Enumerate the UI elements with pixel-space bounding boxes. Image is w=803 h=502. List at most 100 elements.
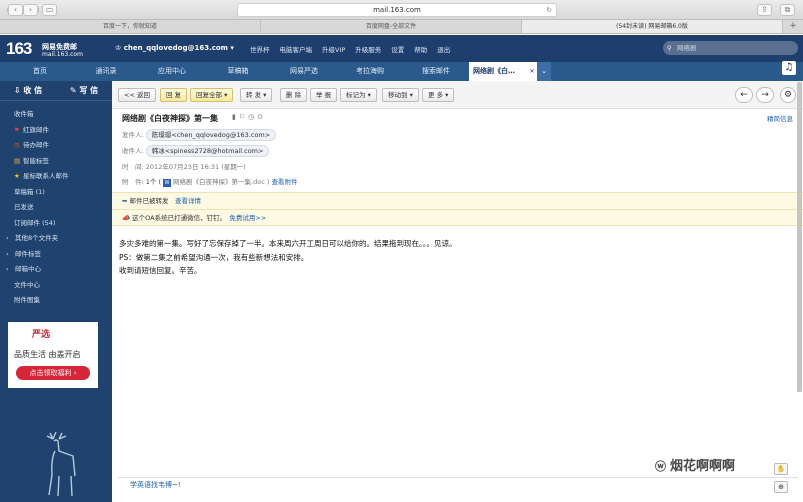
time-value: 2012年07月23日 16:31 (星期一): [145, 163, 246, 171]
mail-toolbar: << 返回 回 复 回复全部 ▾ 转 发 ▾ 删 除 举 报 标记为 ▾ 移动到…: [112, 81, 803, 109]
flag-icon: ⚑: [14, 125, 20, 134]
sidebar-item[interactable]: 文件中心: [0, 278, 112, 294]
link-vip[interactable]: 升级VIP: [322, 44, 345, 54]
sidebar-item[interactable]: 订阅邮件 (54): [0, 216, 112, 232]
subject-flags-icon[interactable]: ▮⚐◷⊙: [232, 113, 266, 121]
sidebar-item[interactable]: ◷ 待办邮件: [0, 138, 112, 154]
tab-drafts[interactable]: 草稿箱: [205, 62, 271, 81]
tab-apps[interactable]: 应用中心: [139, 62, 205, 81]
sidebar-item[interactable]: › 邮箱中心: [0, 262, 112, 278]
reply-button[interactable]: 回 复: [160, 88, 188, 102]
close-tab-icon[interactable]: ✕: [527, 62, 537, 81]
mail-view: << 返回 回 复 回复全部 ▾ 转 发 ▾ 删 除 举 报 标记为 ▾ 移动到…: [112, 81, 803, 502]
link-logout[interactable]: 退出: [437, 44, 450, 54]
star-icon: ★: [14, 172, 20, 180]
gear-icon[interactable]: ⚙: [780, 87, 796, 103]
back-button[interactable]: << 返回: [118, 88, 156, 102]
back-icon[interactable]: ‹: [8, 4, 23, 16]
tab-yanxuan[interactable]: 网易严选: [271, 62, 337, 81]
link-upgrade[interactable]: 升级服务: [355, 44, 381, 54]
forwarded-text: 邮件已被转发: [129, 197, 169, 205]
link-worldcup[interactable]: 世界杯: [250, 44, 270, 54]
sidebar-item-label: 待办邮件: [23, 141, 49, 149]
sidebar-item[interactable]: 草稿箱 (1): [0, 185, 112, 201]
forward-label: 转 发: [246, 91, 262, 99]
tab-home[interactable]: 首页: [7, 62, 73, 81]
zoom-in-icon[interactable]: ⊕: [774, 481, 788, 493]
chevron-down-icon[interactable]: ⌄: [537, 62, 551, 81]
browser-tab[interactable]: 百度网盘-全部文件: [261, 20, 522, 33]
link-help[interactable]: 帮助: [414, 44, 427, 54]
watermark-text: 烟花啊啊啊: [670, 459, 736, 474]
receive-button[interactable]: ⇩ 收 信: [0, 81, 56, 100]
tag-icon: ▤: [14, 156, 21, 165]
reply-all-button[interactable]: 回复全部 ▾: [190, 88, 234, 102]
sidebar-item-label: 文件中心: [14, 280, 40, 289]
next-mail-icon[interactable]: →: [756, 87, 774, 103]
sidebar-item[interactable]: ▤ 智能标签: [0, 154, 112, 170]
view-attachment-link[interactable]: 查看附件: [271, 178, 297, 186]
tab-current-mail[interactable]: 网络剧《白…: [469, 62, 527, 81]
nav-tabs: 首页 通讯录 应用中心 草稿箱 网易严选 考拉海购 搜索邮件 网络剧《白… ✕ …: [0, 62, 803, 81]
address-bar[interactable]: mail.163.com ↻: [237, 3, 557, 17]
link-client[interactable]: 电脑客户端: [280, 44, 313, 54]
music-icon[interactable]: ♫: [782, 61, 796, 75]
to-recipient[interactable]: 韩冰<spiness2728@hotmail.com>: [145, 145, 270, 157]
to-label: 收件人:: [122, 147, 144, 155]
more-label: 更 多: [428, 91, 444, 99]
from-row: 发件人: 陈璟璟<chen_qqlovedog@163.com>: [122, 129, 277, 141]
scrollbar[interactable]: [797, 82, 802, 392]
footer-ad-link[interactable]: 学英语找韦博~!: [130, 481, 181, 489]
more-button[interactable]: 更 多 ▾: [422, 88, 455, 102]
compose-button[interactable]: ✎ 写 信: [56, 81, 112, 100]
scrollbar-thumb[interactable]: [797, 82, 802, 392]
sidebar-item-label: 已发送: [14, 203, 34, 211]
sidebar-item[interactable]: 收件箱: [0, 107, 112, 123]
sidebar-item[interactable]: › 邮件标签: [0, 247, 112, 263]
sidebar-item[interactable]: ★ 星标联系人邮件: [0, 169, 112, 185]
forward-button[interactable]: 转 发 ▾: [240, 88, 273, 102]
move-to-button[interactable]: 移动到 ▾: [382, 88, 419, 102]
sidebar-item[interactable]: › 其他8个文件夹: [0, 231, 112, 247]
sidebar-icon[interactable]: ▭: [42, 4, 57, 16]
tab-kaola[interactable]: 考拉海购: [337, 62, 403, 81]
tabs-overview-icon[interactable]: ⧉: [780, 4, 795, 16]
sidebar-item-label: 邮箱中心: [15, 265, 41, 273]
zoom-out-icon[interactable]: ✋: [774, 463, 788, 475]
search-input[interactable]: ⚲ 网络剧: [663, 41, 798, 55]
logo[interactable]: 163 网易免费邮 mail.163.com: [6, 39, 83, 59]
sidebar-item-label: 红旗邮件: [23, 125, 49, 134]
share-icon[interactable]: ⇪: [757, 4, 772, 16]
report-button[interactable]: 举 报: [310, 88, 338, 102]
delete-button[interactable]: 删 除: [280, 88, 308, 102]
body-line: 收到请短信回复。辛苦。: [119, 266, 202, 275]
forward-icon[interactable]: ›: [23, 4, 38, 16]
sidebar-item-label: 其他8个文件夹: [15, 234, 59, 242]
compact-info-link[interactable]: 精简信息: [767, 113, 793, 123]
tab-contacts[interactable]: 通讯录: [73, 62, 139, 81]
forwarded-notice: ➥ 邮件已被转发 查看详情: [112, 192, 803, 209]
mark-as-label: 标记为: [346, 91, 366, 99]
prev-mail-icon[interactable]: ←: [735, 87, 753, 103]
tab-search-mail[interactable]: 搜索邮件: [403, 62, 469, 81]
user-account[interactable]: ♔ chen_qqlovedog@163.com ▾: [115, 44, 234, 52]
mark-as-button[interactable]: 标记为 ▾: [340, 88, 377, 102]
from-sender[interactable]: 陈璟璟<chen_qqlovedog@163.com>: [145, 129, 277, 141]
browser-tab-active[interactable]: (54封未读) 网易邮箱6.0版: [522, 20, 783, 33]
oa-ad-notice: 📣 这个OA系统已打通微信，钉钉。 免费试用>>: [112, 209, 803, 225]
oa-notice-text: 这个OA系统已打通微信，钉钉。: [132, 214, 223, 222]
link-settings[interactable]: 设置: [391, 44, 404, 54]
body-line: PS：做第二集之前希望沟通一次，我有些新想法和安排。: [119, 252, 309, 262]
clock-icon: ◷: [14, 141, 20, 149]
view-details-link[interactable]: 查看详情: [175, 197, 201, 205]
sidebar-item[interactable]: 已发送: [0, 200, 112, 216]
new-tab-icon[interactable]: +: [783, 20, 803, 33]
ad-button[interactable]: 点击领取福利 ›: [16, 366, 90, 380]
attachment-name[interactable]: 网络剧《白夜神探》第一集.doc ): [173, 178, 269, 186]
free-trial-link[interactable]: 免费试用>>: [229, 214, 266, 222]
sidebar-item[interactable]: 附件图集: [0, 293, 112, 309]
sidebar-item[interactable]: ⚑ 红旗邮件: [0, 123, 112, 139]
browser-tab[interactable]: 百度一下，你就知道: [0, 20, 261, 33]
yanxuan-ad[interactable]: 严选 品质生活 由盖开启 点击领取福利 ›: [8, 322, 98, 388]
reload-icon[interactable]: ↻: [546, 4, 552, 16]
